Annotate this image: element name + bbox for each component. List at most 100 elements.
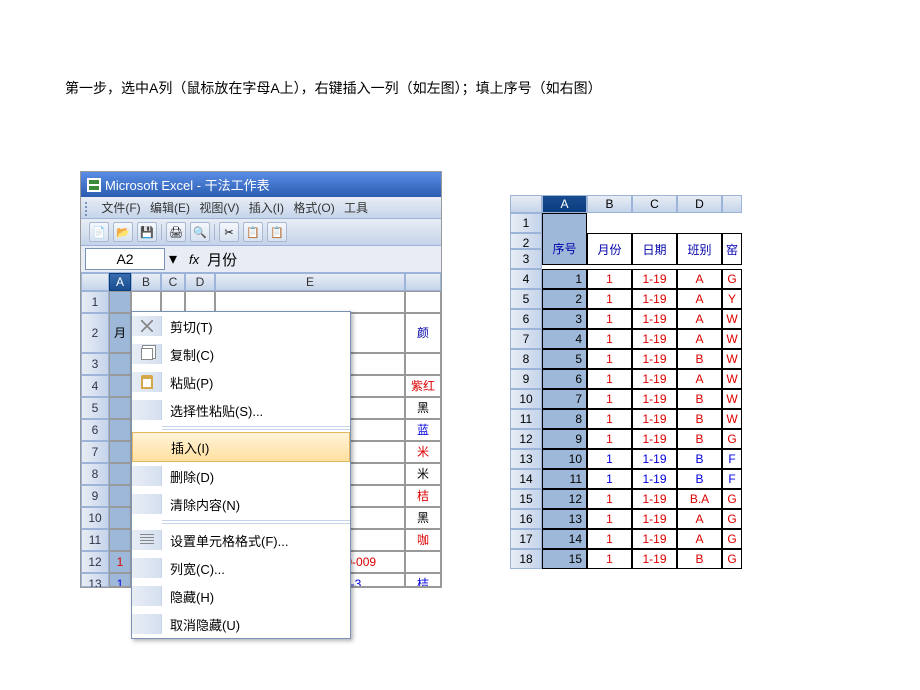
row-17[interactable]: 17 <box>510 529 542 549</box>
col-A[interactable]: A <box>542 195 587 213</box>
cell[interactable] <box>722 213 742 233</box>
row-8[interactable]: 8 <box>81 463 109 485</box>
cell[interactable]: 1 <box>587 409 632 429</box>
cell[interactable]: 米 <box>405 463 441 485</box>
cell[interactable]: B <box>677 389 722 409</box>
row-6[interactable]: 6 <box>510 309 542 329</box>
col-C[interactable]: C <box>632 195 677 213</box>
context-menu-item[interactable]: 列宽(C)... <box>132 554 350 582</box>
cell[interactable]: B.A <box>677 489 722 509</box>
cell[interactable] <box>405 551 441 573</box>
cell[interactable]: 咖 <box>405 529 441 551</box>
menu-format[interactable]: 格式(O) <box>290 199 337 217</box>
context-menu-item[interactable]: 隐藏(H) <box>132 582 350 610</box>
cell[interactable] <box>215 291 405 313</box>
select-all-corner[interactable] <box>81 273 109 291</box>
cell[interactable]: B <box>677 549 722 569</box>
col-E[interactable] <box>722 195 742 213</box>
cell[interactable] <box>109 441 131 463</box>
cell[interactable]: 1 <box>587 469 632 489</box>
menu-edit[interactable]: 编辑(E) <box>147 199 193 217</box>
cell[interactable]: A <box>677 329 722 349</box>
cell[interactable]: B <box>677 349 722 369</box>
context-menu-item[interactable]: 取消隐藏(U) <box>132 610 350 638</box>
row-10[interactable]: 10 <box>510 389 542 409</box>
cell[interactable] <box>109 529 131 551</box>
cell[interactable]: B <box>677 469 722 489</box>
cell[interactable] <box>405 353 441 375</box>
cell[interactable]: 1 <box>109 573 131 587</box>
cell[interactable]: G <box>722 529 742 549</box>
row-12[interactable]: 12 <box>81 551 109 573</box>
row-3[interactable]: 3 <box>510 249 542 269</box>
cell[interactable]: 1-19 <box>632 409 677 429</box>
cell[interactable] <box>109 353 131 375</box>
cell[interactable]: 1 <box>587 549 632 569</box>
formula-value[interactable]: 月份 <box>207 249 237 270</box>
new-button[interactable]: 📄 <box>89 222 109 242</box>
row-5[interactable]: 5 <box>81 397 109 419</box>
cell[interactable]: Y <box>722 289 742 309</box>
cell[interactable]: 米 <box>405 441 441 463</box>
col-B[interactable]: B <box>131 273 161 291</box>
cell[interactable] <box>109 507 131 529</box>
cell[interactable] <box>109 463 131 485</box>
row-12[interactable]: 12 <box>510 429 542 449</box>
cell[interactable]: A <box>677 509 722 529</box>
cell[interactable]: 桔 <box>405 485 441 507</box>
row-18[interactable]: 18 <box>510 549 542 569</box>
col-A[interactable]: A <box>109 273 131 291</box>
context-menu-item[interactable]: 清除内容(N) <box>132 490 350 518</box>
cell[interactable]: 12 <box>542 489 587 509</box>
cell[interactable]: 1-19 <box>632 429 677 449</box>
cell[interactable] <box>161 291 185 313</box>
row-7[interactable]: 7 <box>81 441 109 463</box>
cell[interactable]: F <box>722 469 742 489</box>
cell[interactable]: 月 <box>109 313 131 353</box>
context-menu-item[interactable]: 复制(C) <box>132 340 350 368</box>
cell[interactable]: W <box>722 409 742 429</box>
cell[interactable]: A <box>677 369 722 389</box>
cell[interactable]: 14 <box>542 529 587 549</box>
row-1[interactable]: 1 <box>510 213 542 233</box>
cell[interactable]: 1-19 <box>632 349 677 369</box>
context-menu-item[interactable]: 插入(I) <box>132 432 350 462</box>
cell[interactable] <box>185 291 215 313</box>
row-9[interactable]: 9 <box>510 369 542 389</box>
cell[interactable]: G <box>722 429 742 449</box>
cell[interactable]: 1 <box>587 389 632 409</box>
cell[interactable]: 1-19 <box>632 389 677 409</box>
cell[interactable]: 1 <box>587 329 632 349</box>
cell[interactable]: A <box>677 289 722 309</box>
cell[interactable]: 9 <box>542 429 587 449</box>
row-16[interactable]: 16 <box>510 509 542 529</box>
cell[interactable]: 1-19 <box>632 369 677 389</box>
cell-index-header[interactable]: 序号 <box>542 233 587 265</box>
cell[interactable]: 黑 <box>405 397 441 419</box>
cell[interactable]: 黑 <box>405 507 441 529</box>
cell[interactable]: 1-19 <box>632 289 677 309</box>
row-10[interactable]: 10 <box>81 507 109 529</box>
cell[interactable] <box>632 213 677 233</box>
cell[interactable]: 1 <box>587 309 632 329</box>
cell[interactable]: 月份 <box>587 233 632 265</box>
cell[interactable]: 1 <box>587 429 632 449</box>
row-5[interactable]: 5 <box>510 289 542 309</box>
preview-button[interactable]: 🔍 <box>190 222 210 242</box>
cell[interactable]: F <box>722 449 742 469</box>
cell[interactable] <box>542 213 587 233</box>
cell[interactable]: 1 <box>542 269 587 289</box>
context-menu-item[interactable]: 粘贴(P) <box>132 368 350 396</box>
row-1[interactable]: 1 <box>81 291 109 313</box>
cell[interactable]: 1 <box>587 529 632 549</box>
select-all-corner[interactable] <box>510 195 542 213</box>
open-button[interactable]: 📂 <box>113 222 133 242</box>
row-7[interactable]: 7 <box>510 329 542 349</box>
row-9[interactable]: 9 <box>81 485 109 507</box>
paste-button[interactable]: 📋 <box>267 222 287 242</box>
cell[interactable]: 1 <box>587 449 632 469</box>
context-menu-item[interactable]: 选择性粘贴(S)... <box>132 396 350 424</box>
cell[interactable]: A <box>677 269 722 289</box>
cell[interactable]: G <box>722 509 742 529</box>
cell[interactable]: 11 <box>542 469 587 489</box>
